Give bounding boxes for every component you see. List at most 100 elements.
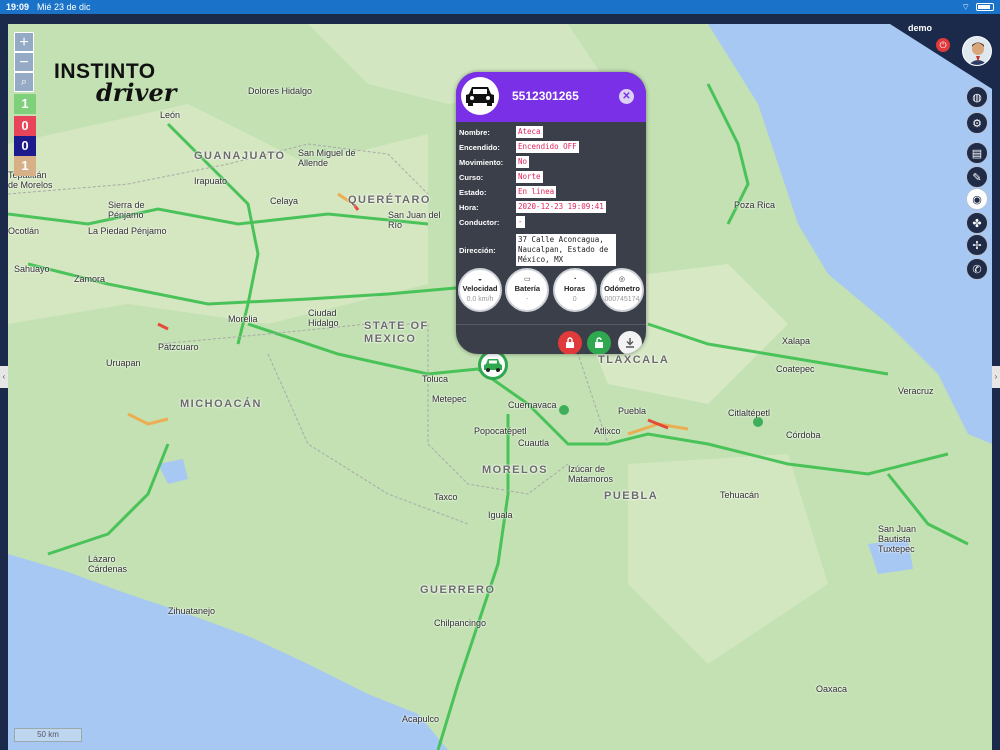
unlock-button[interactable] bbox=[587, 331, 611, 354]
map-label-city: Ocotlán bbox=[8, 226, 40, 236]
popup-actions bbox=[456, 324, 646, 354]
lock-button[interactable] bbox=[558, 331, 582, 354]
detail-value: - bbox=[516, 216, 525, 228]
zoom-out-button[interactable]: − bbox=[14, 52, 34, 72]
map-label-city: Morelia bbox=[228, 314, 258, 324]
map-label-state: MORELOS bbox=[482, 464, 549, 476]
lock-icon bbox=[566, 337, 574, 348]
map-label-city: Coatepec bbox=[776, 364, 815, 374]
map-label-city: Taxco bbox=[434, 492, 458, 502]
detail-row: Nombre: Ateca bbox=[459, 126, 643, 138]
gear-icon[interactable]: ⚙ bbox=[966, 112, 988, 134]
detail-row: Dirección: 37 Calle Aconcagua, Naucalpan… bbox=[459, 234, 643, 266]
detail-label: Curso: bbox=[459, 173, 484, 182]
map-label-city: Lázaro Cárdenas bbox=[88, 554, 128, 574]
detail-label: Hora: bbox=[459, 203, 479, 212]
map-label-city: Tehuacán bbox=[720, 490, 760, 500]
vehicle-details: Nombre: Ateca Encendido: Encendido OFF M… bbox=[459, 126, 643, 269]
map-label-state: TLAXCALA bbox=[598, 354, 670, 366]
map-label-city: San Juan Bautista Tuxtepec bbox=[878, 524, 917, 554]
close-icon[interactable]: ✕ bbox=[619, 89, 634, 104]
detail-label: Nombre: bbox=[459, 128, 490, 137]
map-label-city: Celaya bbox=[270, 196, 299, 206]
globe-icon[interactable]: ◍ bbox=[966, 86, 988, 108]
gauge-value: - bbox=[526, 296, 529, 303]
detail-label: Encendido: bbox=[459, 143, 500, 152]
gauge-speed: ◒ Velocidad 0.0 km/h bbox=[458, 268, 502, 312]
gauge-battery: ▭ Batería - bbox=[505, 268, 550, 312]
odometer-icon: ◎ bbox=[618, 276, 626, 283]
speedometer-icon: ◒ bbox=[477, 276, 483, 283]
gauge-hours: ◔ Horas 0 bbox=[552, 268, 597, 312]
paw-icon[interactable]: ✤ bbox=[966, 212, 988, 234]
popup-header: 5512301265 ✕ bbox=[456, 72, 646, 122]
map-label-state: GUANAJUATO bbox=[194, 150, 286, 162]
car-icon bbox=[461, 77, 499, 115]
map-label-city: San Miguel de Allende bbox=[298, 148, 356, 168]
map-scale: 50 km bbox=[14, 728, 82, 742]
map-label-city: Popocatépetl bbox=[474, 426, 527, 436]
map-label-city: San Juan del Río bbox=[388, 210, 441, 230]
map-label-city: La Piedad Pénjamo bbox=[88, 226, 167, 236]
map-label-city: Xalapa bbox=[782, 336, 811, 346]
vehicle-marker[interactable] bbox=[478, 350, 508, 380]
username: demo bbox=[907, 23, 932, 33]
counter-online[interactable]: 1 bbox=[14, 94, 36, 114]
gauge-value: 000745174 bbox=[604, 296, 640, 303]
wifi-icon: ⌔ bbox=[961, 1, 970, 12]
right-panel-toggle[interactable]: › bbox=[992, 366, 1000, 388]
map-label-city: Cuautla bbox=[518, 438, 550, 448]
gauge-label: Batería bbox=[514, 284, 541, 293]
download-icon bbox=[626, 338, 634, 348]
map-label-city: Acapulco bbox=[402, 714, 440, 724]
detail-row: Curso: Norte bbox=[459, 171, 643, 183]
map-label-state: MICHOACÁN bbox=[180, 398, 262, 410]
map-label-city: Pátzcuaro bbox=[158, 342, 199, 352]
gauge-value: 0.0 km/h bbox=[466, 296, 494, 303]
map-label-city: Veracruz bbox=[898, 386, 934, 396]
whatsapp-icon[interactable]: ✆ bbox=[966, 258, 988, 280]
detail-row: Encendido: Encendido OFF bbox=[459, 141, 643, 153]
logo-line2: driver bbox=[96, 78, 177, 107]
map-label-city: Cuernavaca bbox=[508, 400, 557, 410]
map-label-city: Irapuato bbox=[194, 176, 228, 186]
detail-value: Encendido OFF bbox=[516, 141, 579, 153]
counter-other[interactable]: 1 bbox=[14, 156, 36, 176]
map-label-city: Chilpancingo bbox=[434, 618, 487, 628]
status-icons: ⌔ bbox=[962, 2, 994, 13]
vehicle-info-popup: 5512301265 ✕ Nombre: Ateca Encendido: En… bbox=[456, 72, 646, 354]
detail-value: 2020-12-23 19:09:41 bbox=[516, 201, 606, 213]
search-icon[interactable]: ⌕ bbox=[14, 72, 34, 92]
route-icon[interactable]: ✢ bbox=[966, 234, 988, 256]
gauge-label: Velocidad bbox=[462, 284, 498, 293]
map-label-city: Dolores Hidalgo bbox=[248, 86, 313, 96]
report-icon[interactable]: ▤ bbox=[966, 142, 988, 164]
gauge-value: 0 bbox=[572, 296, 577, 303]
zoom-in-button[interactable]: + bbox=[14, 32, 34, 52]
map-label-city: Córdoba bbox=[786, 430, 821, 440]
detail-value: Ateca bbox=[516, 126, 543, 138]
counter-stopped[interactable]: 0 bbox=[14, 136, 36, 156]
detail-row: Conductor: - bbox=[459, 216, 643, 228]
download-button[interactable] bbox=[618, 331, 642, 354]
counter-offline[interactable]: 0 bbox=[14, 116, 36, 136]
detail-label: Dirección: bbox=[459, 246, 496, 255]
map-label-state: PUEBLA bbox=[604, 490, 659, 502]
status-date: Mié 23 de dic bbox=[37, 2, 91, 12]
map-label-city: Zamora bbox=[74, 274, 106, 284]
vehicle-phone: 5512301265 bbox=[512, 89, 579, 103]
gauge-label: Odómetro bbox=[604, 284, 640, 293]
chat-icon[interactable]: ✎ bbox=[966, 166, 988, 188]
detail-value: Norte bbox=[516, 171, 543, 183]
map-label-city: Puebla bbox=[618, 406, 647, 416]
gauges: ◒ Velocidad 0.0 km/h ▭ Batería - ◔ Horas… bbox=[458, 268, 644, 314]
detail-label: Estado: bbox=[459, 188, 487, 197]
left-panel-toggle[interactable]: ‹ bbox=[0, 366, 8, 388]
avatar[interactable] bbox=[962, 36, 992, 66]
detail-label: Conductor: bbox=[459, 218, 500, 227]
power-icon[interactable]: ⏻ bbox=[936, 38, 950, 52]
map-label-city: Oaxaca bbox=[816, 684, 848, 694]
visibility-icon[interactable]: ◉ bbox=[966, 188, 988, 210]
app-logo: INSTINTO driver bbox=[54, 60, 194, 116]
map-label-state: GUERRERO bbox=[420, 584, 496, 596]
